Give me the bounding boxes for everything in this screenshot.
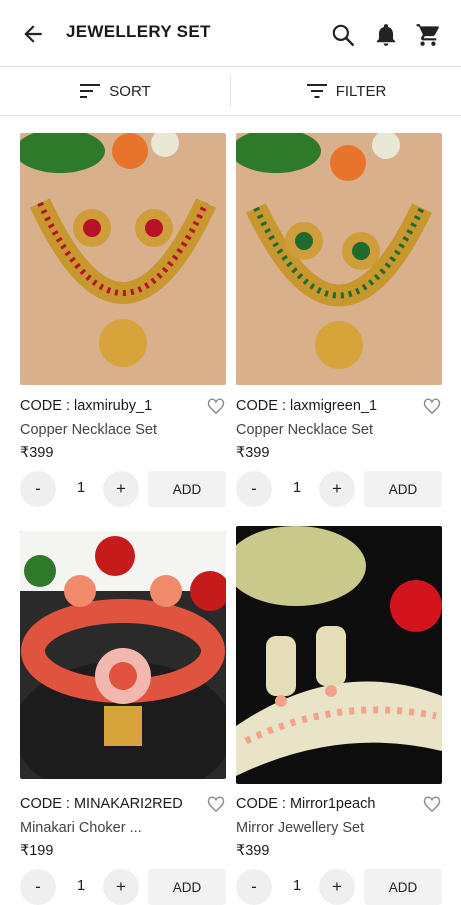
product-price: ₹399 [236, 843, 270, 859]
quantity-stepper: - 1 + ADD [20, 471, 226, 507]
heart-outline-icon[interactable] [206, 794, 226, 814]
add-to-cart-button[interactable]: ADD [148, 471, 226, 507]
heart-outline-icon[interactable] [206, 396, 226, 416]
cart-icon[interactable] [415, 22, 441, 48]
page-title: JEWELLERY SET [66, 22, 211, 41]
increment-button[interactable]: + [319, 471, 355, 507]
product-code: CODE : laxmigreen_1 [236, 398, 378, 414]
product-code: CODE : MINAKARI2RED [20, 796, 183, 812]
sort-filter-bar: SORT FILTER [0, 67, 461, 115]
decrement-button[interactable]: - [236, 471, 272, 507]
filter-button[interactable]: FILTER [231, 67, 461, 115]
increment-button[interactable]: + [103, 471, 139, 507]
bell-icon[interactable] [373, 22, 399, 48]
product-card[interactable]: CODE : laxmiruby_1 Copper Necklace Set ₹… [20, 133, 226, 513]
necklace-image [236, 133, 432, 369]
product-card[interactable]: CODE : laxmigreen_1 Copper Necklace Set … [236, 133, 442, 513]
product-price: ₹199 [20, 843, 54, 859]
product-name: Mirror Jewellery Set [236, 820, 365, 836]
product-name: Copper Necklace Set [236, 422, 374, 438]
arrow-left-icon[interactable] [20, 21, 46, 47]
product-image[interactable] [236, 526, 442, 784]
product-price: ₹399 [236, 445, 270, 461]
heart-outline-icon[interactable] [422, 794, 442, 814]
quantity-value: 1 [292, 877, 302, 894]
product-card[interactable]: CODE : Mirror1peach Mirror Jewellery Set… [236, 526, 442, 905]
product-image[interactable] [236, 133, 442, 385]
product-price: ₹399 [20, 445, 54, 461]
quantity-value: 1 [76, 479, 86, 496]
filter-icon [306, 84, 327, 98]
heart-outline-icon[interactable] [422, 396, 442, 416]
choker-image [20, 531, 226, 779]
product-code: CODE : Mirror1peach [236, 796, 376, 812]
decrement-button[interactable]: - [20, 471, 56, 507]
quantity-stepper: - 1 + ADD [236, 471, 442, 507]
sort-label: SORT [109, 82, 151, 100]
toolbar-divider [0, 115, 461, 116]
product-image[interactable] [20, 531, 226, 779]
quantity-value: 1 [76, 877, 86, 894]
quantity-value: 1 [292, 479, 302, 496]
add-to-cart-button[interactable]: ADD [364, 471, 442, 507]
search-icon[interactable] [330, 22, 356, 48]
product-image[interactable] [20, 133, 226, 385]
mirror-jewellery-image [236, 526, 442, 776]
product-name: Copper Necklace Set [20, 422, 158, 438]
product-code: CODE : laxmiruby_1 [20, 398, 153, 414]
app-bar: JEWELLERY SET [0, 0, 461, 66]
product-card[interactable]: CODE : MINAKARI2RED Minakari Choker ... … [20, 531, 226, 905]
product-name: Minakari Choker ... [20, 820, 142, 836]
sort-button[interactable]: SORT [0, 67, 230, 115]
sort-icon [80, 84, 101, 98]
filter-label: FILTER [335, 82, 387, 100]
necklace-image [20, 133, 216, 367]
